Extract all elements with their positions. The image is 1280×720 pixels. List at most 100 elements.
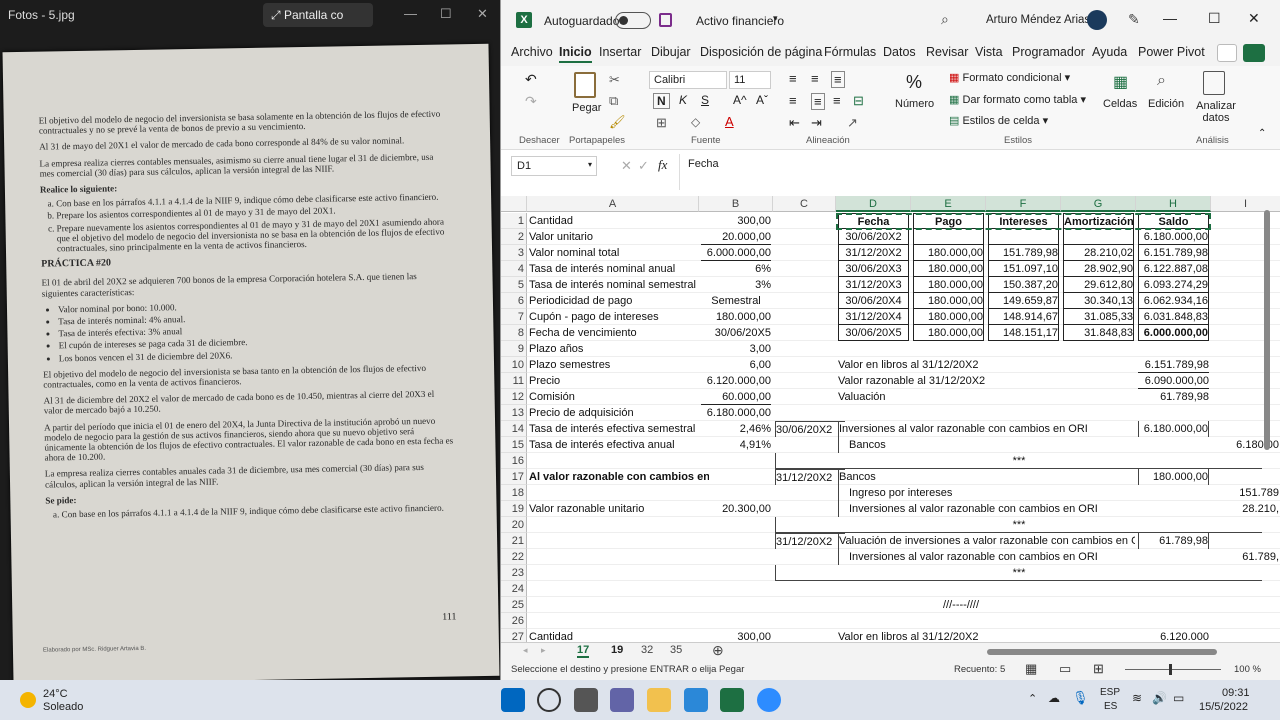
- row-header-19[interactable]: 19: [501, 501, 527, 517]
- journal-desc[interactable]: Inversiones al valor razonable con cambi…: [838, 501, 1135, 517]
- task-view-icon[interactable]: [574, 688, 598, 712]
- indent-decrease-icon[interactable]: ⇤: [789, 115, 800, 131]
- cell-b19[interactable]: 20.300,00: [701, 501, 771, 517]
- cell-g5[interactable]: 29.612,80: [1063, 277, 1134, 293]
- cell-b12[interactable]: 60.000,00: [701, 389, 771, 405]
- weather-temp[interactable]: 24°C: [43, 688, 68, 700]
- shrink-font-button[interactable]: Aˇ: [756, 93, 768, 107]
- language-secondary[interactable]: ES: [1104, 701, 1117, 712]
- weather-text[interactable]: Soleado: [43, 701, 83, 713]
- row-header-1[interactable]: 1: [501, 213, 527, 229]
- sheet-tab-35[interactable]: 35: [670, 644, 682, 656]
- cell-b9[interactable]: 3,00: [701, 341, 771, 357]
- prev-sheet-icon[interactable]: ◂: [523, 645, 528, 656]
- photos-app-icon[interactable]: [684, 688, 708, 712]
- cell-b13[interactable]: 6.180.000,00: [701, 405, 771, 421]
- cell-h4[interactable]: 6.122.887,08: [1138, 261, 1209, 277]
- cell-h3[interactable]: 6.151.789,98: [1138, 245, 1209, 261]
- wifi-icon[interactable]: ≋: [1132, 691, 1142, 705]
- row-header-2[interactable]: 2: [501, 229, 527, 245]
- cell-h27[interactable]: 6.120.000: [1138, 629, 1209, 642]
- next-sheet-icon[interactable]: ▸: [541, 645, 546, 656]
- zoom-app-icon[interactable]: [757, 688, 781, 712]
- tab-powerpivot[interactable]: Power Pivot: [1138, 45, 1205, 59]
- cell-a7[interactable]: Cupón - pago de intereses: [529, 309, 709, 325]
- cell-b14[interactable]: 2,46%: [701, 421, 771, 437]
- cell-a4[interactable]: Tasa de interés nominal anual: [529, 261, 709, 277]
- cell-e5[interactable]: 180.000,00: [913, 277, 984, 293]
- sheet-tab-17[interactable]: 17: [577, 644, 590, 658]
- cells-icon[interactable]: ▦: [1113, 72, 1128, 92]
- volume-icon[interactable]: 🔊: [1152, 691, 1167, 705]
- cell-a12[interactable]: Comisión: [529, 389, 709, 405]
- cell-e6[interactable]: 180.000,00: [913, 293, 984, 309]
- cells-label[interactable]: Celdas: [1103, 98, 1137, 110]
- column-header-a[interactable]: A: [527, 196, 699, 212]
- tray-chevron-icon[interactable]: ⌃: [1028, 692, 1037, 705]
- column-header-e[interactable]: E: [911, 196, 986, 212]
- paste-label[interactable]: Pegar: [572, 102, 601, 114]
- cell-h21[interactable]: 61.789,98: [1138, 533, 1209, 549]
- cell-b27[interactable]: 300,00: [701, 629, 771, 642]
- row-header-7[interactable]: 7: [501, 309, 527, 325]
- row-header-5[interactable]: 5: [501, 277, 527, 293]
- underline-button[interactable]: S: [701, 93, 709, 107]
- cell-b3[interactable]: 6.000.000,00: [701, 245, 771, 261]
- cell-d6[interactable]: 30/06/20X4: [838, 293, 909, 309]
- cell-d1[interactable]: Fecha: [838, 213, 909, 229]
- tab-archivo[interactable]: Archivo: [511, 45, 553, 59]
- tab-formulas[interactable]: Fórmulas: [824, 45, 876, 59]
- row-header-21[interactable]: 21: [501, 533, 527, 549]
- cell-b4[interactable]: 6%: [701, 261, 771, 277]
- minimize-icon[interactable]: —: [1163, 10, 1177, 26]
- cell-a3[interactable]: Valor nominal total: [529, 245, 709, 261]
- cell-f2[interactable]: [988, 229, 1059, 245]
- align-top-icon[interactable]: ≡: [789, 71, 797, 86]
- row-header-20[interactable]: 20: [501, 517, 527, 533]
- avatar[interactable]: [1087, 10, 1107, 30]
- cell-h11[interactable]: 6.090.000,00: [1138, 373, 1209, 389]
- edit-label[interactable]: Edición: [1148, 98, 1184, 110]
- percent-icon[interactable]: %: [906, 72, 922, 93]
- search-icon[interactable]: ⌕: [941, 11, 949, 28]
- indent-increase-icon[interactable]: ⇥: [811, 115, 822, 131]
- journal-separator[interactable]: ***: [775, 565, 1262, 581]
- tab-disposicion[interactable]: Disposición de página: [700, 45, 822, 59]
- journal-date[interactable]: 30/06/20X2: [775, 421, 845, 437]
- summary-label[interactable]: Valor razonable al 31/12/20X2: [838, 373, 1128, 389]
- column-header-h[interactable]: H: [1136, 196, 1211, 212]
- journal-desc[interactable]: Inversiones al valor razonable con cambi…: [838, 421, 1135, 437]
- row-header-16[interactable]: 16: [501, 453, 527, 469]
- paste-icon[interactable]: [574, 72, 596, 98]
- edit-icon[interactable]: ⌕: [1157, 72, 1166, 90]
- cell-b11[interactable]: 6.120.000,00: [701, 373, 771, 389]
- formula-input[interactable]: Fecha: [679, 154, 1269, 190]
- vertical-scrollbar[interactable]: [1264, 210, 1270, 450]
- copy-icon[interactable]: ⧉: [609, 93, 618, 109]
- cell-e1[interactable]: Pago: [913, 213, 984, 229]
- cell-h5[interactable]: 6.093.274,29: [1138, 277, 1209, 293]
- clock-time[interactable]: 09:31: [1222, 687, 1250, 699]
- column-header-c[interactable]: C: [773, 196, 836, 212]
- cell-d7[interactable]: 31/12/20X4: [838, 309, 909, 325]
- journal-date[interactable]: 31/12/20X2: [775, 533, 845, 549]
- row-header-10[interactable]: 10: [501, 357, 527, 373]
- cell-d4[interactable]: 30/06/20X3: [838, 261, 909, 277]
- enter-icon[interactable]: ✓: [638, 158, 649, 174]
- row-header-9[interactable]: 9: [501, 341, 527, 357]
- row-header-27[interactable]: 27: [501, 629, 527, 642]
- orientation-icon[interactable]: ↗: [847, 115, 858, 131]
- journal-desc[interactable]: Inversiones al valor razonable con cambi…: [838, 549, 1135, 565]
- column-header-d[interactable]: D: [836, 196, 911, 212]
- journal-desc[interactable]: Bancos: [838, 437, 1135, 453]
- cell-f7[interactable]: 148.914,67: [988, 309, 1059, 325]
- cut-icon[interactable]: ✂: [609, 72, 620, 88]
- cell-b7[interactable]: 180.000,00: [701, 309, 771, 325]
- cell-a9[interactable]: Plazo años: [529, 341, 709, 357]
- journal-separator[interactable]: ***: [775, 453, 1262, 469]
- cell-i19[interactable]: 28.210,: [1213, 501, 1279, 517]
- cell-h6[interactable]: 6.062.934,16: [1138, 293, 1209, 309]
- journal-desc[interactable]: Valuación de inversiones a valor razonab…: [838, 533, 1135, 549]
- cell-h10[interactable]: 6.151.789,98: [1138, 357, 1209, 373]
- battery-icon[interactable]: ▭: [1173, 691, 1184, 705]
